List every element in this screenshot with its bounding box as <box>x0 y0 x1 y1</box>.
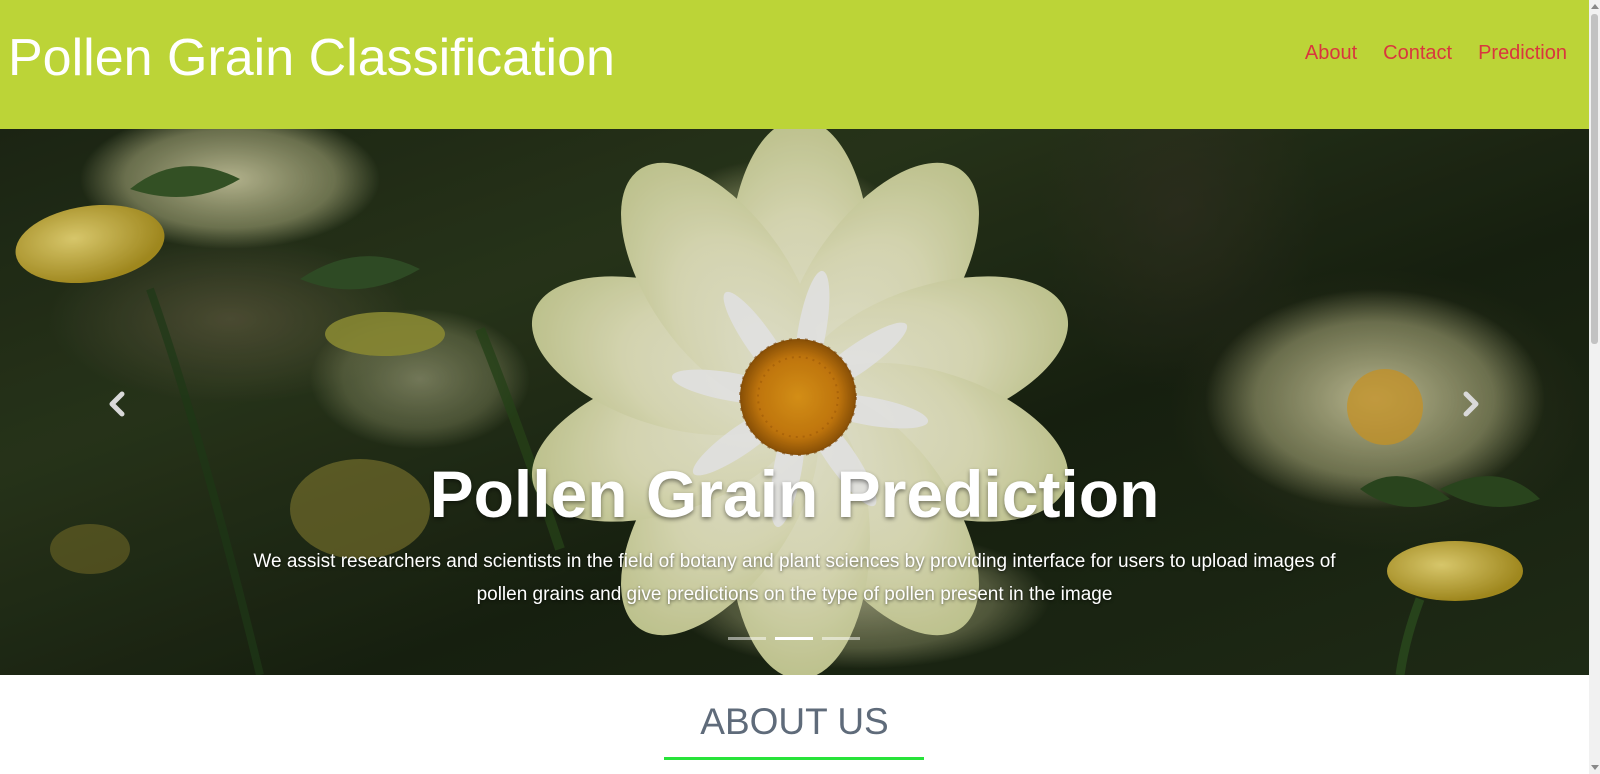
scroll-up-icon[interactable] <box>1591 4 1599 9</box>
carousel-next-button[interactable] <box>1450 384 1490 424</box>
hero-description: We assist researchers and scientists in … <box>253 551 1336 605</box>
page-scrollbar[interactable] <box>1589 0 1600 774</box>
nav-link-about[interactable]: About <box>1305 40 1357 66</box>
page: Pollen Grain Classification About Contac… <box>0 0 1600 774</box>
carousel-prev-button[interactable] <box>98 384 138 424</box>
scrollbar-thumb[interactable] <box>1591 14 1598 344</box>
nav-link-contact[interactable]: Contact <box>1383 40 1452 66</box>
nav-link-prediction[interactable]: Prediction <box>1478 40 1567 66</box>
scroll-down-icon[interactable] <box>1591 765 1599 770</box>
site-header: Pollen Grain Classification About Contac… <box>0 0 1589 129</box>
site-title[interactable]: Pollen Grain Classification <box>8 28 615 88</box>
carousel-indicator-1[interactable] <box>728 637 766 640</box>
about-title-underline <box>664 757 924 760</box>
carousel-indicator-2[interactable] <box>775 637 813 640</box>
hero-title: Pollen Grain Prediction <box>429 457 1160 531</box>
chevron-right-icon <box>1463 391 1479 417</box>
carousel-indicator-3[interactable] <box>822 637 860 640</box>
carousel-indicators <box>728 637 860 640</box>
hero-carousel: Pollen Grain Prediction We assist resear… <box>0 129 1589 675</box>
chevron-left-icon <box>109 391 125 417</box>
about-section-title: ABOUT US <box>700 701 889 742</box>
main-nav: About Contact Prediction <box>1305 40 1567 66</box>
